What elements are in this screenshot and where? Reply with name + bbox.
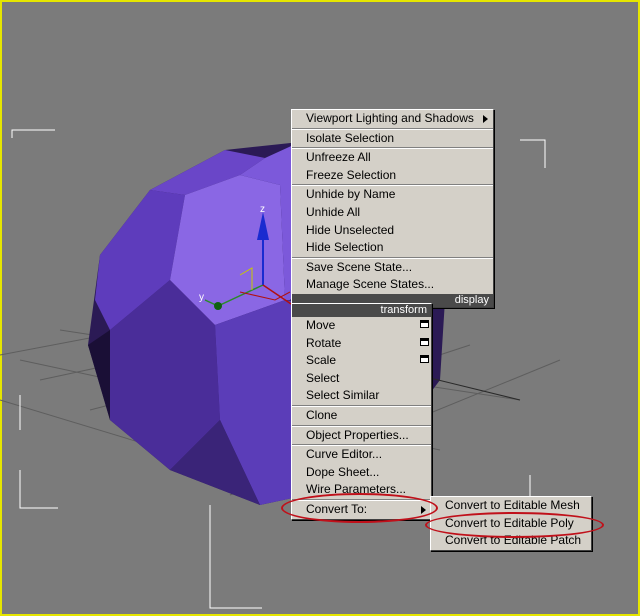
menu-item-viewport-lighting[interactable]: Viewport Lighting and Shadows xyxy=(292,110,493,128)
settings-box-icon[interactable] xyxy=(420,355,429,364)
menu-item-select-similar[interactable]: Select Similar xyxy=(292,387,431,405)
menu-item-freeze-selection[interactable]: Freeze Selection xyxy=(292,167,493,185)
display-quad-menu: Viewport Lighting and Shadows Isolate Se… xyxy=(291,109,494,308)
menu-item-clone[interactable]: Clone xyxy=(292,407,431,425)
menu-item-convert-editable-mesh[interactable]: Convert to Editable Mesh xyxy=(431,497,591,515)
grid-axis-line xyxy=(429,377,521,401)
menu-item-convert-to[interactable]: Convert To: xyxy=(292,501,431,519)
menu-item-manage-scene-states[interactable]: Manage Scene States... xyxy=(292,276,493,294)
menu-item-object-properties[interactable]: Object Properties... xyxy=(292,427,431,445)
submenu-arrow-icon xyxy=(421,505,426,514)
z-axis-label: z xyxy=(260,204,265,215)
quad-label-transform: transform xyxy=(292,304,431,317)
menu-item-isolate-selection[interactable]: Isolate Selection xyxy=(292,130,493,148)
menu-item-convert-editable-patch[interactable]: Convert to Editable Patch xyxy=(431,532,591,550)
menu-item-wire-parameters[interactable]: Wire Parameters... xyxy=(292,481,431,499)
menu-item-convert-editable-poly[interactable]: Convert to Editable Poly xyxy=(431,515,591,533)
menu-item-rotate[interactable]: Rotate xyxy=(292,335,431,353)
menu-item-hide-selection[interactable]: Hide Selection xyxy=(292,239,493,257)
menu-item-unfreeze-all[interactable]: Unfreeze All xyxy=(292,149,493,167)
y-axis-label: y xyxy=(199,292,204,303)
menu-item-save-scene-state[interactable]: Save Scene State... xyxy=(292,259,493,277)
menu-item-hide-unselected[interactable]: Hide Unselected xyxy=(292,222,493,240)
settings-box-icon[interactable] xyxy=(420,320,429,328)
menu-item-dope-sheet[interactable]: Dope Sheet... xyxy=(292,464,431,482)
transform-quad-menu: transform Move Rotate Scale Select Selec… xyxy=(291,303,432,520)
menu-item-curve-editor[interactable]: Curve Editor... xyxy=(292,446,431,464)
settings-box-icon[interactable] xyxy=(420,337,429,346)
menu-item-move[interactable]: Move xyxy=(292,317,431,335)
menu-item-scale[interactable]: Scale xyxy=(292,352,431,370)
menu-item-unhide-all[interactable]: Unhide All xyxy=(292,204,493,222)
submenu-arrow-icon xyxy=(483,115,488,123)
menu-item-unhide-by-name[interactable]: Unhide by Name xyxy=(292,186,493,204)
convert-to-submenu: Convert to Editable Mesh Convert to Edit… xyxy=(430,496,592,551)
menu-item-select[interactable]: Select xyxy=(292,370,431,388)
